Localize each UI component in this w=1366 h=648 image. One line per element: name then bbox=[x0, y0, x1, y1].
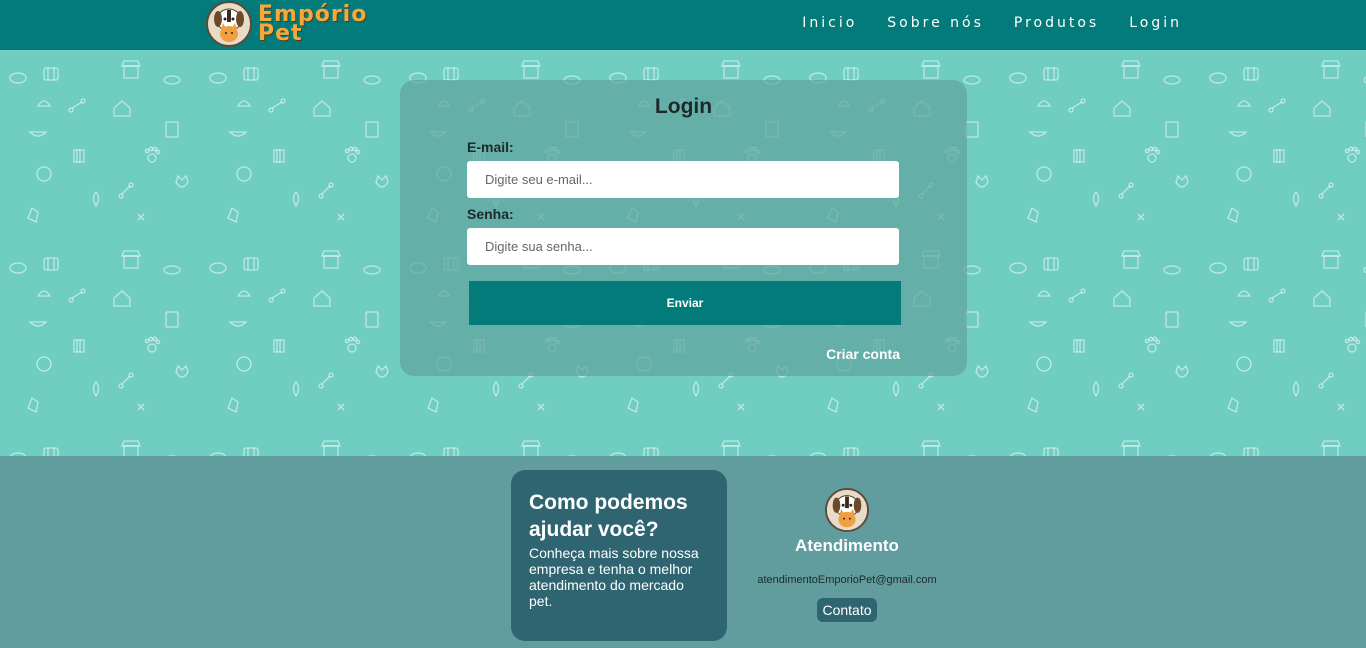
contact-button[interactable]: Contato bbox=[817, 598, 877, 622]
top-navbar: Empório Pet Inicio Sobre nós Produtos Lo… bbox=[0, 0, 1366, 50]
submit-button[interactable]: Enviar bbox=[469, 281, 901, 325]
dog-cat-logo-icon bbox=[206, 1, 252, 47]
nav-link-produtos[interactable]: Produtos bbox=[1014, 15, 1099, 31]
attendance-section: Atendimento atendimentoEmporioPet@gmail.… bbox=[752, 488, 942, 622]
login-card: Login E-mail: Senha: Enviar Criar conta bbox=[400, 80, 967, 376]
email-label: E-mail: bbox=[467, 139, 514, 155]
attendance-title: Atendimento bbox=[795, 536, 899, 555]
attendance-email: atendimentoEmporioPet@gmail.com bbox=[757, 574, 937, 586]
help-text: Conheça mais sobre nossa empresa e tenha… bbox=[529, 545, 699, 609]
logo-text: Empório Pet bbox=[258, 4, 367, 45]
site-logo[interactable]: Empório Pet bbox=[206, 0, 367, 48]
password-input[interactable] bbox=[467, 228, 899, 265]
email-input[interactable] bbox=[467, 161, 899, 198]
create-account-link[interactable]: Criar conta bbox=[826, 346, 900, 362]
dog-cat-avatar-icon bbox=[825, 488, 869, 532]
nav-link-inicio[interactable]: Inicio bbox=[802, 15, 857, 31]
nav-link-sobre-nos[interactable]: Sobre nós bbox=[887, 15, 984, 31]
help-title: Como podemos ajudar você? bbox=[529, 491, 688, 541]
nav-link-login[interactable]: Login bbox=[1129, 15, 1182, 31]
footer: Como podemos ajudar você? Conheça mais s… bbox=[0, 456, 1366, 648]
login-title: Login bbox=[654, 95, 713, 118]
main-nav: Inicio Sobre nós Produtos Login bbox=[802, 15, 1182, 31]
help-box: Como podemos ajudar você? Conheça mais s… bbox=[511, 470, 727, 641]
password-label: Senha: bbox=[467, 206, 514, 222]
